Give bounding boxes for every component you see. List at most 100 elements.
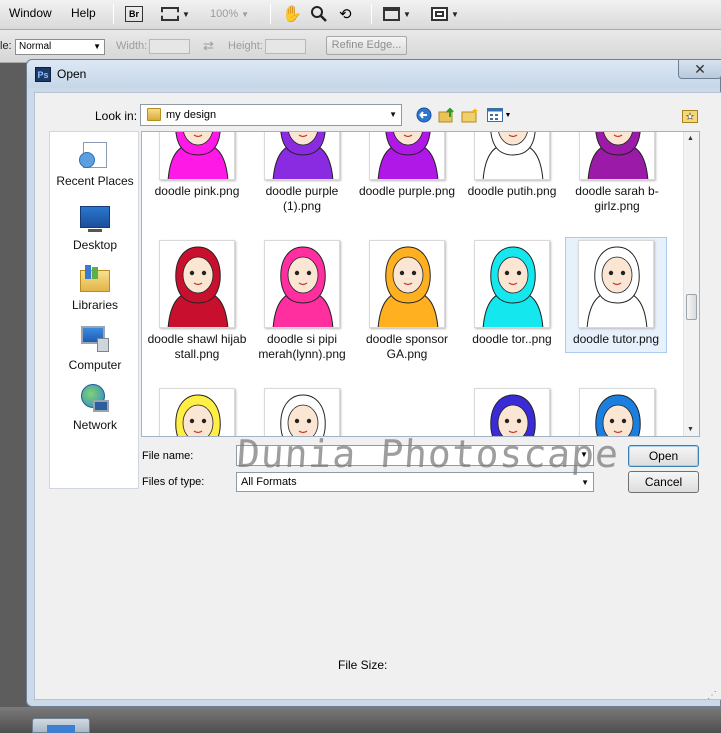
file-tile[interactable] [146, 388, 248, 436]
file-name: doodle sarah b-girlz.png [575, 184, 659, 213]
file-thumbnail [369, 240, 445, 328]
place-recent-places[interactable]: Recent Places [50, 140, 140, 188]
libraries-icon [79, 264, 111, 294]
computer-icon [79, 324, 111, 354]
scrollbar-thumb[interactable] [686, 294, 697, 320]
doodle-figure [160, 389, 234, 436]
chevron-down-icon: ▼ [182, 9, 190, 19]
up-folder-icon [438, 107, 454, 123]
style-select[interactable]: Normal ▼ [15, 39, 105, 55]
chevron-down-icon: ▼ [581, 478, 589, 487]
file-thumbnail [579, 388, 655, 436]
folder-icon [147, 108, 161, 121]
file-tile[interactable]: doodle sarah b-girlz.png [566, 132, 668, 214]
menu-help[interactable]: Help [71, 6, 96, 20]
file-tile[interactable]: doodle si pipi merah(lynn).png [251, 240, 353, 362]
doodle-figure [160, 241, 234, 327]
file-thumbnail [264, 388, 340, 436]
open-button[interactable]: Open [628, 445, 699, 467]
doodle-figure [370, 241, 444, 327]
file-tile[interactable]: doodle purple.png [356, 132, 458, 199]
watermark-text: Dunia Photoscape [235, 432, 621, 476]
file-tile[interactable]: doodle pink.png [146, 132, 248, 199]
menu-bar: Window Help Br ▼ 100% ▼ ✋ ⟲ ▼ ▼ [0, 0, 721, 30]
file-tile-selected[interactable]: doodle tutor.png [565, 237, 667, 353]
doodle-figure [265, 132, 339, 179]
star-folder-icon [682, 109, 698, 123]
desktop-icon [79, 204, 111, 234]
refine-edge-button[interactable]: Refine Edge... [326, 36, 407, 55]
doodle-figure [475, 389, 549, 436]
hand-tool-button[interactable]: ✋ [282, 4, 302, 24]
taskbar [0, 707, 721, 733]
back-button[interactable] [415, 106, 433, 124]
back-arrow-icon [416, 107, 432, 123]
file-name-label: File name: [142, 450, 194, 462]
arrange-documents-button[interactable]: ▼ [383, 4, 411, 24]
new-folder-button[interactable] [461, 106, 479, 124]
file-tile[interactable]: doodle sponsor GA.png [356, 240, 458, 362]
close-icon: ✕ [694, 61, 706, 77]
cancel-button[interactable]: Cancel [628, 471, 699, 493]
width-field[interactable] [149, 39, 190, 54]
file-thumbnail [369, 132, 445, 180]
zoom-level[interactable]: 100% ▼ [210, 4, 249, 24]
favorite-folder-button[interactable] [681, 106, 699, 124]
rotate-view-button[interactable]: ⟲ [339, 4, 352, 24]
up-folder-button[interactable] [438, 106, 456, 124]
file-thumbnail [264, 132, 340, 180]
file-tile[interactable]: doodle putih.png [461, 132, 563, 199]
close-button[interactable]: ✕ [678, 59, 721, 79]
zoom-value: 100% [210, 8, 239, 20]
file-tile[interactable] [251, 388, 353, 436]
view-extras-button[interactable]: ▼ [161, 4, 190, 24]
arrange-icon [383, 7, 400, 21]
hand-icon: ✋ [282, 6, 302, 23]
place-network[interactable]: Network [50, 384, 140, 432]
chevron-down-icon: ▼ [241, 9, 250, 19]
file-thumbnail [579, 132, 655, 180]
file-name: doodle tutor.png [572, 332, 660, 346]
doodle-figure [370, 132, 444, 179]
file-tile[interactable]: doodle purple (1).png [251, 132, 353, 214]
file-name: doodle purple (1).png [265, 184, 339, 213]
file-tile[interactable]: doodle tor..png [461, 240, 563, 347]
place-libraries[interactable]: Libraries [50, 264, 140, 312]
file-list[interactable]: doodle pink.png doodle purple (1).png do… [141, 131, 700, 437]
file-tile[interactable] [566, 388, 668, 436]
swap-icon[interactable]: ⇄ [203, 38, 214, 54]
place-label: Network [72, 418, 117, 432]
file-thumbnail [578, 240, 654, 328]
screen-mode-button[interactable]: ▼ [431, 4, 459, 24]
place-label: Desktop [72, 238, 118, 252]
view-menu-button[interactable]: ▼ [485, 106, 513, 124]
doodle-figure [580, 389, 654, 436]
dialog-title-bar[interactable]: Ps Open ✕ [27, 59, 721, 88]
scroll-up-icon[interactable]: ▲ [687, 135, 694, 142]
vertical-scrollbar[interactable]: ▲ ▼ [683, 132, 699, 436]
resize-grip-icon[interactable]: ⋰ [707, 690, 717, 701]
file-thumbnail [474, 240, 550, 328]
place-computer[interactable]: Computer [50, 324, 140, 372]
file-tile[interactable]: doodle shawl hijab stall.png [146, 240, 248, 362]
style-value: Normal [19, 41, 52, 52]
file-name: doodle tor..png [472, 332, 552, 346]
file-size-label: File Size: [338, 658, 388, 672]
taskbar-button[interactable] [32, 718, 90, 733]
width-label: Width: [116, 40, 148, 52]
bridge-button[interactable]: Br [125, 4, 143, 24]
file-thumbnail [159, 388, 235, 436]
height-field[interactable] [265, 39, 306, 54]
doodle-figure [580, 132, 654, 179]
look-in-select[interactable]: my design ▼ [140, 104, 402, 126]
file-type-label: Files of type: [142, 476, 205, 488]
menu-window[interactable]: Window [9, 6, 52, 20]
file-type-value: All Formats [241, 476, 297, 488]
place-desktop[interactable]: Desktop [50, 204, 140, 252]
file-thumbnail [474, 132, 550, 180]
zoom-tool-button[interactable] [310, 4, 328, 24]
look-in-value: my design [166, 109, 217, 121]
file-tile[interactable] [461, 388, 563, 436]
doodle-figure [475, 132, 549, 179]
scroll-down-icon[interactable]: ▼ [687, 426, 694, 433]
